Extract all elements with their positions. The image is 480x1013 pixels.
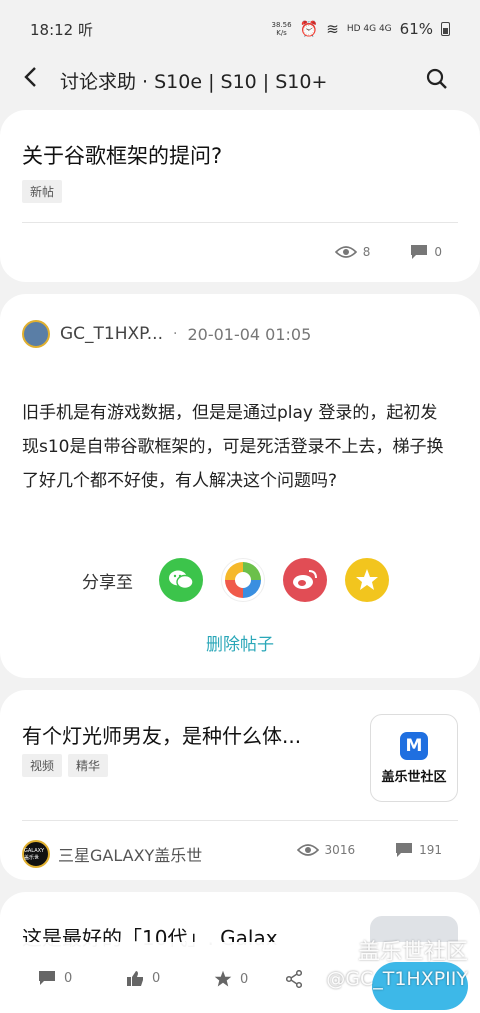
wifi-icon: ≋ — [326, 20, 339, 38]
comment-action-count: 0 — [64, 970, 73, 986]
comment-count: 0 — [434, 245, 442, 259]
post-stats: 3016 191 — [296, 842, 442, 858]
weibo-icon — [293, 570, 317, 589]
post-title[interactable]: 有个灯光师男友，是种什么体... — [22, 720, 301, 749]
post-tags: 视频 精华 — [22, 754, 109, 777]
favorite-action-button[interactable]: 0 — [214, 970, 248, 988]
status-icons: 38.56 K/s ⏰ ≋ HD 4G 4G 61% — [272, 20, 450, 38]
author-name[interactable]: 三星GALAXY盖乐世 — [58, 842, 202, 866]
community-brand: 盖乐世社区 — [381, 769, 447, 785]
view-count: 3016 — [324, 843, 356, 857]
eye-icon — [334, 246, 357, 258]
network-speed-unit: K/s — [276, 29, 287, 37]
post-title[interactable]: 关于谷歌框架的提问? — [22, 140, 222, 170]
watermark-brand: 盖乐世社区 — [357, 940, 468, 965]
comment-action-button[interactable]: 0 — [38, 970, 72, 986]
signal-label: HD 4G 4G — [346, 24, 392, 34]
like-action-count: 0 — [152, 971, 161, 986]
divider — [22, 222, 458, 223]
comment-icon — [39, 971, 55, 985]
aperture-icon — [225, 562, 261, 598]
post-tag-video: 视频 — [22, 754, 63, 777]
wechat-icon — [169, 570, 194, 590]
post-author[interactable]: GALAXY 盖乐世 三星GALAXY盖乐世 — [22, 840, 202, 868]
eye-icon — [296, 844, 319, 856]
avatar[interactable] — [22, 320, 50, 348]
share-action-button[interactable] — [286, 970, 302, 988]
network-speed: 38.56 K/s — [272, 21, 292, 37]
delete-post-button[interactable]: 删除帖子 — [0, 630, 480, 655]
post-card-detail: GC_T1HXP... · 20-01-04 01:05 旧手机是有游戏数据，但… — [0, 294, 480, 678]
share-qzone-button[interactable] — [345, 558, 389, 602]
post-card-question[interactable]: 关于谷歌框架的提问? 新帖 8 0 — [0, 110, 480, 282]
thumbs-up-icon — [127, 971, 143, 986]
favorite-action-count: 0 — [240, 971, 249, 987]
chevron-left-icon — [24, 67, 36, 87]
search-button[interactable] — [418, 60, 458, 100]
share-row: 分享至 — [82, 558, 407, 602]
search-icon — [426, 68, 447, 89]
like-action-button[interactable]: 0 — [126, 970, 160, 987]
alarm-icon: ⏰ — [299, 20, 319, 38]
post-body: 旧手机是有游戏数据，但是是通过play 登录的，起初发现s10是自带谷歌框架的，… — [22, 403, 444, 491]
page-title: 讨论求助 · S10e | S10 | S10+ — [60, 70, 328, 93]
share-weibo-button[interactable] — [283, 558, 327, 602]
network-speed-value: 38.56 — [271, 21, 292, 29]
divider — [22, 820, 458, 821]
avatar[interactable]: GALAXY 盖乐世 — [22, 840, 50, 868]
post-stats: 8 0 — [334, 244, 442, 260]
view-count: 8 — [362, 245, 371, 259]
post-date: 20-01-04 01:05 — [187, 324, 312, 344]
post-author[interactable]: GC_T1HXP... · 20-01-04 01:05 — [22, 320, 311, 348]
status-time: 18:12 听 — [30, 20, 93, 39]
watermark-user: @GC_T1HXPIIY — [326, 968, 468, 990]
post-tag-new: 新帖 — [22, 180, 63, 203]
status-bar: 18:12 听 38.56 K/s ⏰ ≋ HD 4G 4G 61% — [0, 0, 480, 58]
author-name[interactable]: GC_T1HXP... — [60, 324, 163, 344]
star-icon — [214, 970, 232, 987]
qzone-icon — [356, 569, 378, 590]
post-card-video[interactable]: 有个灯光师男友，是种什么体... 视频 精华 M 盖乐世社区 GALAXY 盖乐… — [0, 690, 480, 880]
share-wechat-button[interactable] — [159, 558, 203, 602]
post-tag-featured: 精华 — [68, 754, 109, 777]
author-separator: · — [173, 326, 178, 342]
post-thumbnail[interactable]: M 盖乐世社区 — [370, 714, 458, 802]
share-icon — [286, 970, 302, 988]
battery-icon — [441, 22, 450, 36]
share-label: 分享至 — [82, 572, 133, 593]
share-moments-button[interactable] — [221, 558, 265, 602]
comment-icon — [411, 245, 428, 259]
battery-percent: 61% — [399, 20, 433, 38]
comment-count: 191 — [419, 843, 442, 857]
back-button[interactable] — [0, 65, 60, 95]
community-logo: M — [400, 731, 428, 760]
top-nav: 讨论求助 · S10e | S10 | S10+ — [0, 58, 480, 102]
comment-icon — [396, 843, 413, 857]
